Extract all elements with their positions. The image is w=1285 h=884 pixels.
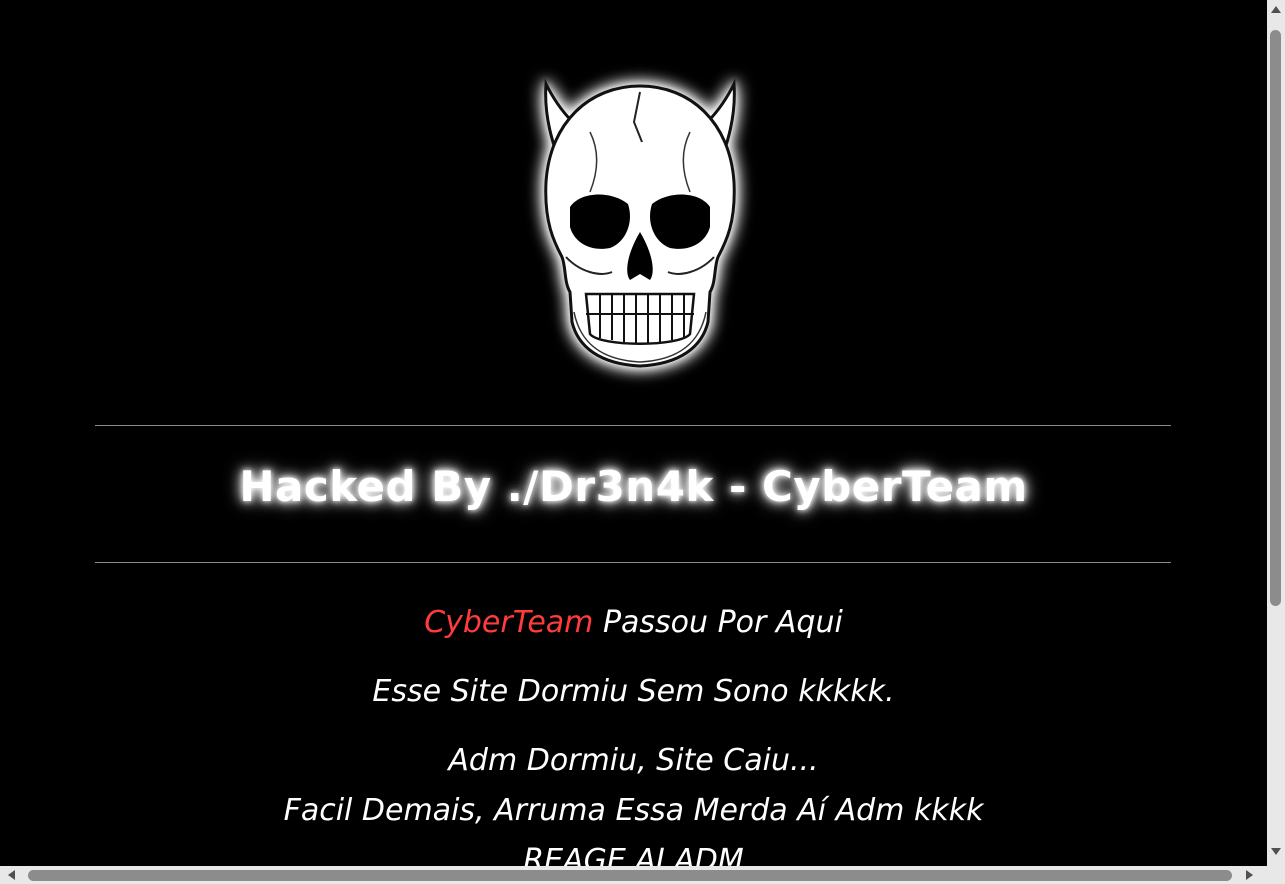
- team-name: CyberTeam: [424, 605, 594, 640]
- vertical-scroll-thumb[interactable]: [1270, 30, 1281, 606]
- horizontal-scroll-thumb[interactable]: [28, 870, 1232, 881]
- scroll-right-icon[interactable]: [1246, 870, 1253, 880]
- vertical-scrollbar[interactable]: [1267, 0, 1285, 866]
- message-line-3: Adm Dormiu, Site Caiu...: [448, 743, 819, 778]
- message-line-1: CyberTeam Passou Por Aqui: [0, 605, 1267, 640]
- horizontal-scrollbar[interactable]: [0, 866, 1267, 884]
- message-line-4: Facil Demais, Arruma Essa Merda Aí Adm k…: [283, 793, 984, 828]
- scroll-up-icon[interactable]: [1271, 6, 1281, 13]
- message-line-5: REAGE AI ADM: [523, 843, 744, 866]
- scroll-left-icon[interactable]: [8, 870, 15, 880]
- scroll-down-icon[interactable]: [1271, 848, 1281, 855]
- page-viewport: Hacked By ./Dr3n4k - CyberTeam CyberTeam…: [0, 0, 1267, 866]
- page-title: Hacked By ./Dr3n4k - CyberTeam: [239, 462, 1028, 511]
- message-line-2: Esse Site Dormiu Sem Sono kkkkk.: [372, 674, 895, 709]
- scrollbar-corner: [1267, 866, 1285, 884]
- divider-bottom: [95, 562, 1171, 563]
- divider-top: [95, 425, 1171, 426]
- message-line-1-rest: Passou Por Aqui: [593, 605, 843, 640]
- horned-skull-icon: [530, 72, 750, 382]
